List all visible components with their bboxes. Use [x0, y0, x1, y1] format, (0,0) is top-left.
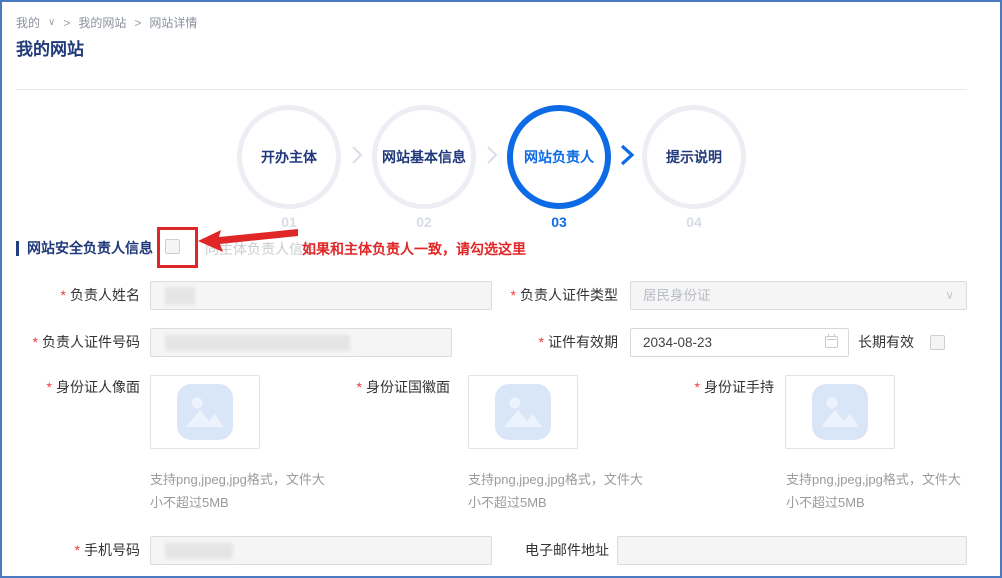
breadcrumb: 我的 ∨ > 我的网站 > 网站详情 — [16, 14, 197, 31]
id-back-label: *身份证国徽面 — [302, 373, 450, 402]
valid-date-picker[interactable]: 2034-08-23 — [630, 328, 849, 357]
page-title: 我的网站 — [16, 35, 84, 60]
id-front-label: *身份证人像面 — [2, 373, 140, 402]
redacted-value — [165, 287, 195, 305]
step-arrow-icon — [485, 145, 499, 165]
step-4-circle[interactable]: 提示说明 — [642, 105, 746, 209]
step-arrow-icon — [350, 145, 364, 165]
required-mark: * — [61, 287, 66, 303]
breadcrumb-separator: > — [134, 16, 141, 30]
valid-date-label: *证件有效期 — [422, 328, 618, 357]
chevron-down-icon[interactable]: ∨ — [48, 17, 55, 28]
chevron-down-icon: ∨ — [945, 282, 954, 309]
id-back-upload[interactable] — [468, 375, 578, 449]
required-mark: * — [511, 287, 516, 303]
cert-type-value: 居民身份证 — [631, 282, 966, 309]
section-accent-bar — [16, 241, 19, 256]
required-mark: * — [695, 379, 700, 395]
required-mark: * — [75, 542, 80, 558]
id-front-upload[interactable] — [150, 375, 260, 449]
image-placeholder-icon — [176, 383, 234, 441]
step-3-label: 网站负责人 — [524, 147, 594, 167]
annotation-arrow-icon — [198, 226, 300, 254]
email-input — [617, 536, 967, 565]
name-label: *负责人姓名 — [2, 281, 140, 310]
section-title: 网站安全负责人信息 — [27, 238, 153, 258]
step-3-circle[interactable]: 网站负责人 — [507, 105, 611, 209]
breadcrumb-item-my[interactable]: 我的 — [16, 14, 40, 31]
required-mark: * — [33, 334, 38, 350]
annotation-text: 如果和主体负责人一致，请勾选这里 — [302, 239, 526, 259]
step-3-number: 03 — [507, 214, 611, 230]
breadcrumb-item-website-detail: 网站详情 — [149, 14, 197, 31]
required-mark: * — [539, 334, 544, 350]
image-placeholder-icon — [811, 383, 869, 441]
step-1-label: 开办主体 — [261, 147, 317, 167]
upload-hint: 支持png,jpeg,jpg格式，文件大小不超过5MB — [150, 468, 360, 514]
upload-hint: 支持png,jpeg,jpg格式，文件大小不超过5MB — [786, 468, 996, 514]
redacted-value — [165, 335, 350, 351]
long-term-label: 长期有效 — [858, 328, 922, 357]
email-label: 电子邮件地址 — [452, 536, 609, 565]
cert-type-label: *负责人证件类型 — [422, 281, 618, 310]
step-arrow-active-icon — [618, 143, 636, 167]
step-1-circle[interactable]: 开办主体 — [237, 105, 341, 209]
step-4-label: 提示说明 — [666, 147, 722, 167]
cert-no-label: *负责人证件号码 — [2, 328, 140, 357]
breadcrumb-separator: > — [63, 16, 70, 30]
id-holding-upload[interactable] — [785, 375, 895, 449]
cert-no-input — [150, 328, 452, 357]
redacted-value — [165, 543, 233, 559]
mobile-label: *手机号码 — [2, 536, 140, 565]
required-mark: * — [357, 379, 362, 395]
cert-type-select[interactable]: 居民身份证 ∨ — [630, 281, 967, 310]
title-divider — [16, 89, 967, 90]
long-term-checkbox[interactable] — [930, 335, 945, 350]
mobile-input — [150, 536, 492, 565]
step-4-number: 04 — [642, 214, 746, 230]
image-placeholder-icon — [494, 383, 552, 441]
step-2-number: 02 — [372, 214, 476, 230]
id-holding-label: *身份证手持 — [602, 373, 774, 402]
breadcrumb-item-my-websites[interactable]: 我的网站 — [78, 14, 126, 31]
valid-date-value: 2034-08-23 — [631, 329, 848, 356]
step-2-label: 网站基本信息 — [382, 147, 466, 167]
calendar-icon — [825, 336, 838, 348]
annotation-highlight-box — [157, 227, 198, 268]
website-detail-page: 我的 ∨ > 我的网站 > 网站详情 我的网站 开办主体 网站基本信息 网站负责… — [0, 0, 1002, 578]
step-2-circle[interactable]: 网站基本信息 — [372, 105, 476, 209]
required-mark: * — [47, 379, 52, 395]
upload-hint: 支持png,jpeg,jpg格式，文件大小不超过5MB — [468, 468, 678, 514]
